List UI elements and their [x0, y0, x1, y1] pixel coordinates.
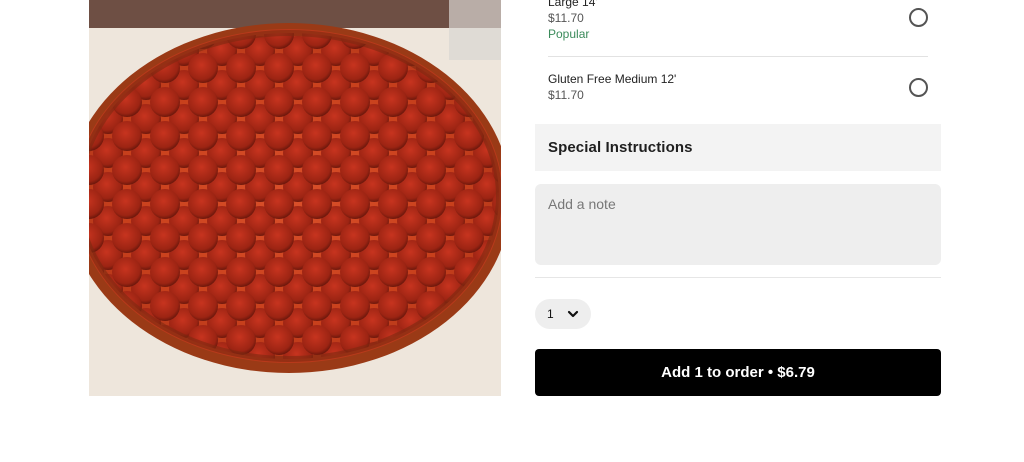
- add-to-order-button[interactable]: Add 1 to order • $6.79: [535, 349, 941, 396]
- section-title: Special Instructions: [548, 139, 693, 156]
- chevron-down-icon: [567, 310, 579, 318]
- divider: [548, 56, 928, 57]
- special-instructions-header: Special Instructions: [535, 124, 941, 171]
- radio-button[interactable]: [909, 78, 928, 97]
- popular-badge: Popular: [548, 27, 590, 41]
- divider: [535, 277, 941, 278]
- pepperoni-pizza-image: [89, 0, 501, 396]
- option-large-14[interactable]: Large 14' $11.70 Popular: [548, 0, 928, 43]
- special-instructions-input[interactable]: [535, 184, 941, 265]
- item-photo: [89, 0, 501, 396]
- option-name: Gluten Free Medium 12': [548, 72, 677, 86]
- option-price: $11.70: [548, 88, 584, 102]
- radio-button[interactable]: [909, 8, 928, 27]
- quantity-value: 1: [547, 307, 554, 321]
- quantity-select[interactable]: 1: [535, 299, 591, 329]
- option-gluten-free-medium-12[interactable]: Gluten Free Medium 12' $11.70: [548, 72, 928, 104]
- option-name: Large 14': [548, 0, 598, 9]
- option-price: $11.70: [548, 11, 584, 25]
- add-to-order-label: Add 1 to order • $6.79: [661, 364, 815, 381]
